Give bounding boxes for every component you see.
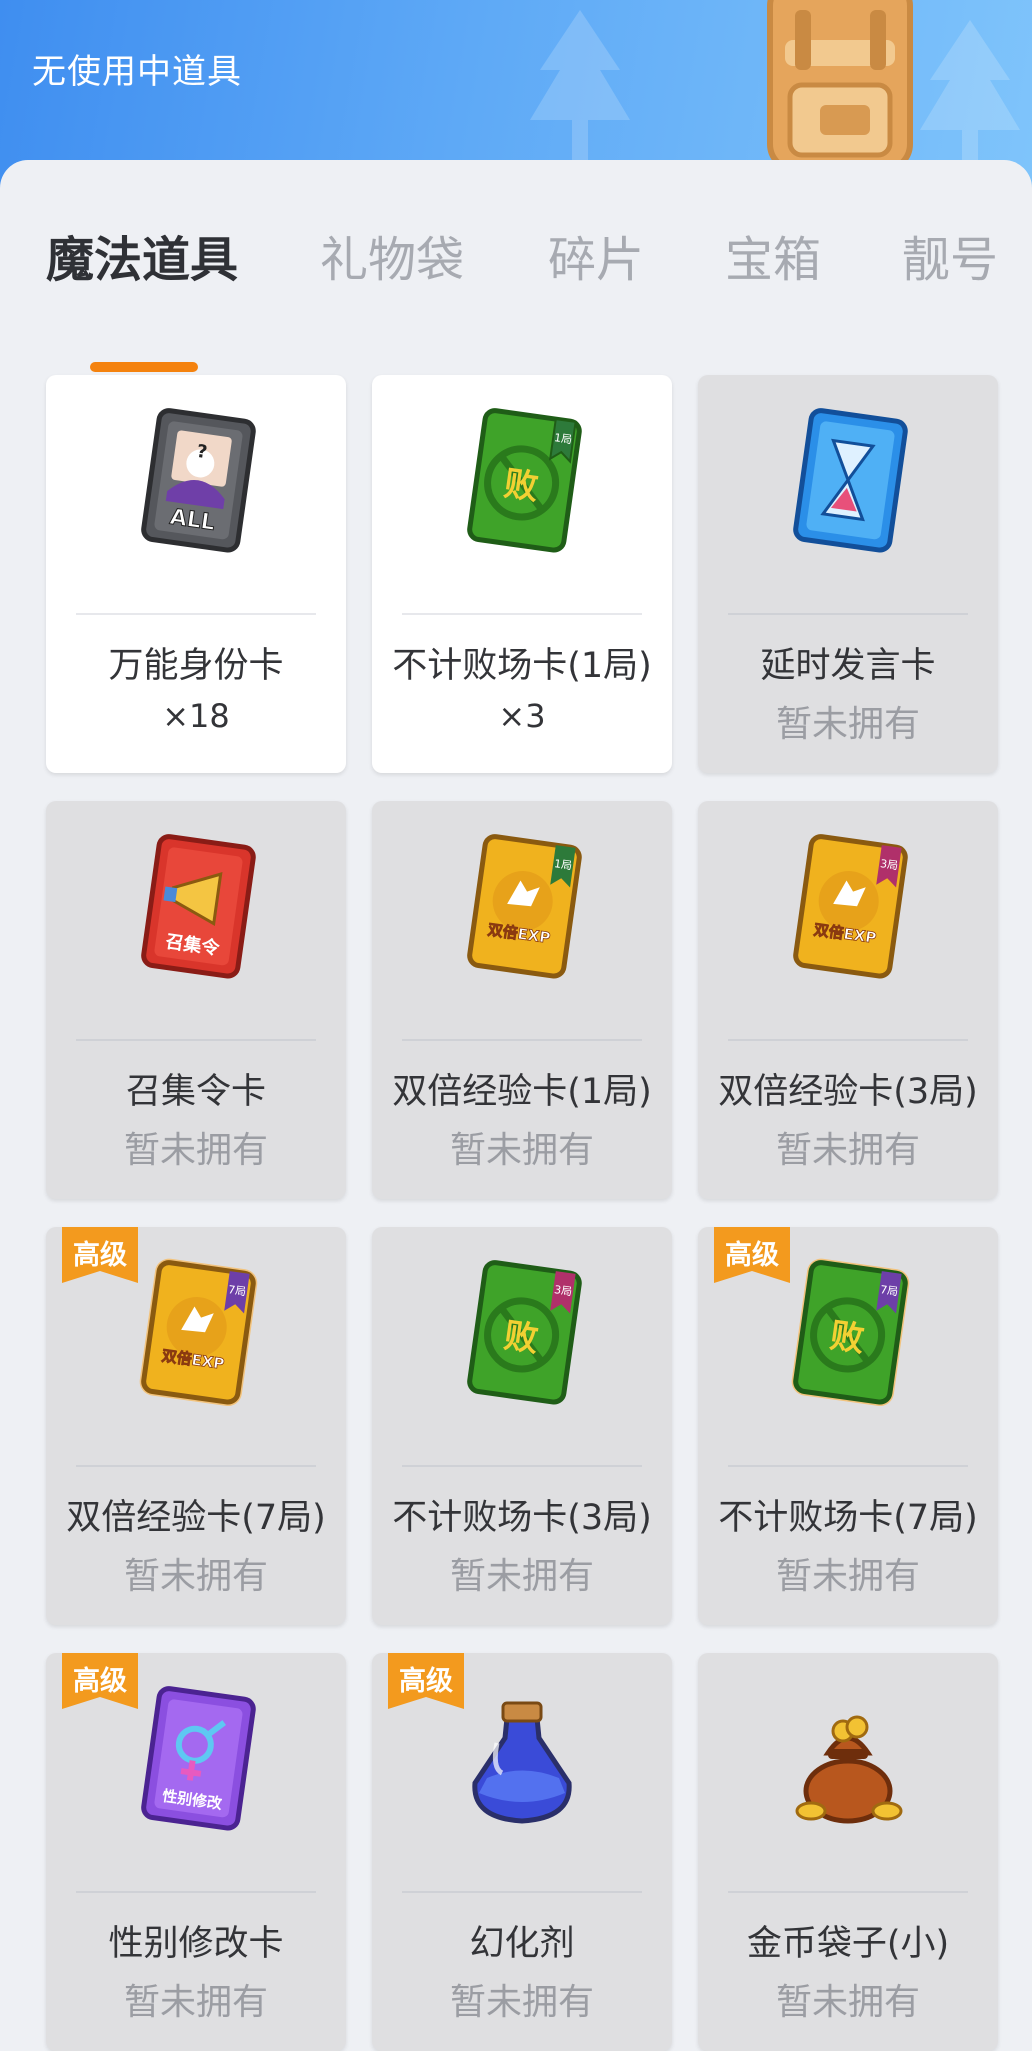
item-name: 延时发言卡: [760, 646, 936, 686]
item-status: 暂未拥有: [775, 1982, 920, 2023]
item-card-no-loss-1[interactable]: 败 1局 不计败场卡(1局) ×3: [372, 375, 672, 773]
universal-identity-card-icon: ? ALL: [141, 408, 256, 553]
card-divider: [76, 1891, 316, 1893]
card-divider: [76, 613, 316, 615]
svg-text:7局: 7局: [227, 1283, 247, 1298]
card-divider: [402, 1465, 642, 1467]
item-card-transform-potion[interactable]: 高级 幻化剂 暂未拥有: [372, 1653, 672, 2051]
item-name: 万能身份卡: [108, 646, 284, 686]
item-name: 不计败场卡(7局): [718, 1498, 978, 1538]
tab-pretty-numbers[interactable]: 靓号: [902, 220, 998, 290]
item-card-gender-change[interactable]: 高级 性别修改 性别修改卡 暂未拥有: [46, 1653, 346, 2051]
item-name: 双倍经验卡(1局): [392, 1072, 652, 1112]
svg-text:1局: 1局: [553, 857, 573, 872]
double-exp-card-icon: 双倍EXP 3局: [793, 834, 908, 979]
double-exp-card-icon: 双倍EXP 7局: [139, 1258, 258, 1407]
item-status: 暂未拥有: [775, 704, 920, 745]
svg-text:3局: 3局: [553, 1283, 573, 1298]
item-card-double-exp-1[interactable]: 双倍EXP 1局 双倍经验卡(1局) 暂未拥有: [372, 801, 672, 1199]
item-name: 性别修改卡: [108, 1924, 284, 1964]
item-status: 暂未拥有: [123, 1556, 268, 1597]
potion-icon: [472, 1701, 572, 1824]
tab-fragments[interactable]: 碎片: [548, 220, 644, 290]
svg-text:1局: 1局: [553, 431, 573, 446]
gender-change-card-icon: 性别修改: [141, 1686, 256, 1831]
card-divider: [402, 613, 642, 615]
item-name: 双倍经验卡(7局): [66, 1498, 326, 1538]
tab-gift-bags[interactable]: 礼物袋: [320, 220, 464, 290]
content-panel: 魔法道具 礼物袋 碎片 宝箱 靓号 ? ALL 万能身份卡 ×18 败 1局 不…: [0, 160, 1032, 2051]
item-card-universal-identity[interactable]: ? ALL 万能身份卡 ×18: [46, 375, 346, 773]
item-status: 暂未拥有: [775, 1130, 920, 1171]
item-name: 不计败场卡(3局): [392, 1498, 652, 1538]
svg-text:败: 败: [828, 1316, 867, 1360]
svg-text:败: 败: [502, 1316, 541, 1360]
item-name: 金币袋子(小): [746, 1924, 950, 1964]
svg-text:3局: 3局: [879, 857, 899, 872]
item-name: 不计败场卡(1局): [392, 646, 652, 686]
item-card-double-exp-7[interactable]: 高级 双倍EXP 7局 双倍经验卡(7局) 暂未拥有: [46, 1227, 346, 1625]
item-name: 召集令卡: [125, 1072, 266, 1112]
card-divider: [728, 1039, 968, 1041]
card-divider: [728, 613, 968, 615]
backpack-icon: [767, 0, 913, 170]
card-divider: [76, 1465, 316, 1467]
item-status: 暂未拥有: [123, 1130, 268, 1171]
active-item-status: 无使用中道具: [32, 52, 242, 92]
card-divider: [402, 1039, 642, 1041]
item-card-delay-speech[interactable]: 延时发言卡 暂未拥有: [698, 375, 998, 773]
item-card-no-loss-3[interactable]: 败 3局 不计败场卡(3局) 暂未拥有: [372, 1227, 672, 1625]
item-status: 暂未拥有: [449, 1130, 594, 1171]
item-card-coin-bag-small[interactable]: 金币袋子(小) 暂未拥有: [698, 1653, 998, 2051]
no-loss-card-icon: 败 7局: [791, 1258, 910, 1407]
tab-treasure-chests[interactable]: 宝箱: [725, 220, 821, 290]
no-loss-card-icon: 败 3局: [467, 1260, 582, 1405]
item-count: ×18: [162, 697, 230, 735]
svg-text:败: 败: [502, 464, 541, 508]
item-status: 暂未拥有: [449, 1556, 594, 1597]
item-card-no-loss-7[interactable]: 高级 败 7局 不计败场卡(7局) 暂未拥有: [698, 1227, 998, 1625]
double-exp-card-icon: 双倍EXP 1局: [467, 834, 582, 979]
card-divider: [728, 1465, 968, 1467]
card-divider: [76, 1039, 316, 1041]
item-name: 双倍经验卡(3局): [718, 1072, 978, 1112]
card-divider: [402, 1891, 642, 1893]
megaphone-card-icon: 召集令: [141, 834, 256, 979]
active-tab-indicator: [90, 362, 198, 372]
hourglass-card-icon: [793, 408, 908, 553]
coin-bag-icon: [795, 1715, 903, 1824]
item-name: 幻化剂: [469, 1924, 575, 1964]
no-loss-card-icon: 败 1局: [467, 408, 582, 553]
item-count: ×3: [498, 697, 546, 735]
card-divider: [728, 1891, 968, 1893]
item-status: 暂未拥有: [449, 1982, 594, 2023]
svg-text:7局: 7局: [879, 1283, 899, 1298]
tab-magic-items[interactable]: 魔法道具: [46, 220, 238, 290]
item-status: 暂未拥有: [775, 1556, 920, 1597]
tree-decoration: [530, 10, 630, 170]
item-status: 暂未拥有: [123, 1982, 268, 2023]
item-card-rally[interactable]: 召集令 召集令卡 暂未拥有: [46, 801, 346, 1199]
tab-bar: 魔法道具 礼物袋 碎片 宝箱 靓号: [0, 220, 1032, 372]
item-card-double-exp-3[interactable]: 双倍EXP 3局 双倍经验卡(3局) 暂未拥有: [698, 801, 998, 1199]
